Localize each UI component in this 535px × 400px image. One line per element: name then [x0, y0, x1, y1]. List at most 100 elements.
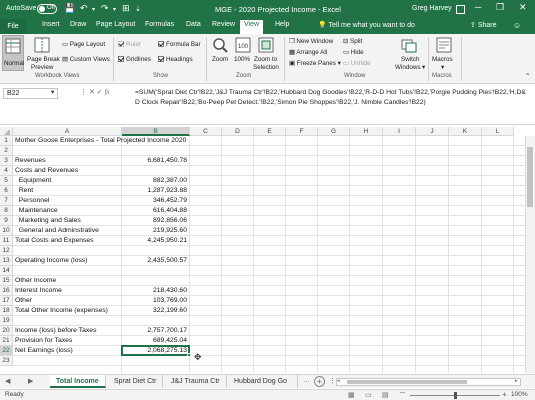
switch-windows-label-1[interactable]: Switch — [401, 56, 420, 63]
hide-button[interactable]: ▭ Hide — [343, 49, 364, 56]
zoom-label[interactable]: Zoom — [212, 56, 228, 63]
row-header[interactable]: 15 — [0, 276, 13, 286]
page-layout-button[interactable]: ▭ Page Layout — [62, 41, 105, 48]
zoom-in-icon[interactable]: + — [502, 390, 507, 399]
page-break-label-2[interactable]: Preview — [31, 64, 53, 71]
row-header[interactable]: 13 — [0, 256, 13, 266]
comments-icon[interactable]: ☺ — [513, 21, 521, 30]
sheet-tab-jj-trauma-ctr[interactable]: J&J Trauma Ctr — [165, 375, 227, 388]
cell-b20[interactable]: 2,757,700.17 — [124, 327, 187, 334]
enter-icon[interactable]: ✓ — [97, 89, 105, 96]
cell-a20[interactable]: Income (loss) before Taxes — [15, 327, 96, 334]
minimize-icon[interactable]: ─ — [475, 2, 481, 12]
column-header-c[interactable]: C — [190, 127, 222, 136]
column-header-f[interactable]: F — [286, 127, 318, 136]
cell-b3[interactable]: 6,681,450.78 — [124, 157, 187, 164]
cell-a4[interactable]: Costs and Revenues — [15, 167, 78, 174]
custom-views-button[interactable]: ▤ Custom Views — [62, 56, 110, 63]
tell-me-search[interactable]: 💡 Tell me what you want to do — [318, 21, 415, 29]
cell-b21[interactable]: 689,425.04 — [124, 337, 187, 344]
headings-checkbox[interactable]: Headings — [158, 56, 193, 63]
zoom-100-icon[interactable]: 100 — [235, 37, 251, 53]
scroll-left-arrow-icon[interactable]: ◂ — [337, 378, 340, 384]
undo-dropdown-icon[interactable]: ▾ — [92, 6, 95, 13]
fill-handle[interactable] — [187, 353, 191, 357]
name-box[interactable]: B22 — [3, 88, 58, 99]
cell-b5[interactable]: 882,387.00 — [124, 177, 187, 184]
switch-windows-icon[interactable] — [401, 37, 417, 53]
row-header[interactable]: 21 — [0, 336, 13, 346]
horizontal-scrollbar[interactable] — [336, 378, 521, 386]
zoom-level[interactable]: 100% — [511, 391, 528, 398]
column-header-h[interactable]: H — [350, 127, 383, 136]
user-name[interactable]: Greg Harvey — [412, 5, 452, 12]
cell-b8[interactable]: 616,404.88 — [124, 207, 187, 214]
cell-a16[interactable]: Interest Income — [15, 287, 62, 294]
row-header[interactable]: 20 — [0, 326, 13, 336]
tab-file[interactable]: File — [0, 19, 26, 34]
tab-view[interactable]: View — [240, 20, 264, 34]
switch-windows-chevron-icon[interactable]: ▾ — [422, 64, 425, 71]
collapse-ribbon-icon[interactable]: ⌃ — [525, 73, 530, 80]
new-window-button[interactable]: ❐ New Window — [289, 38, 333, 45]
column-header-g[interactable]: G — [318, 127, 350, 136]
new-workbook-icon[interactable]: ⊞ — [122, 3, 130, 14]
column-header-i[interactable]: I — [383, 127, 416, 136]
column-header-b[interactable]: B — [122, 127, 190, 136]
tab-page-layout[interactable]: Page Layout — [96, 21, 135, 28]
row-header[interactable]: 1 — [0, 136, 13, 146]
row-header[interactable]: 19 — [0, 316, 13, 326]
scroll-left-icon[interactable]: ◀ — [5, 377, 10, 385]
column-header-j[interactable]: J — [416, 127, 449, 136]
scroll-right-icon[interactable]: ▶ — [28, 377, 33, 385]
macros-label[interactable]: Macros — [432, 56, 453, 63]
row-header[interactable]: 22 — [0, 346, 13, 356]
unhide-button[interactable]: ▭ Unhide — [343, 60, 371, 67]
close-icon[interactable]: ✕ — [519, 2, 527, 13]
normal-view-button[interactable]: Normal — [2, 35, 24, 71]
sheet-tab-hubbard-dog[interactable]: Hubbard Dog Go ... — [228, 375, 298, 388]
undo-icon[interactable]: ↶ — [80, 3, 88, 14]
row-header[interactable]: 14 — [0, 266, 13, 276]
save-icon[interactable]: 💾 — [64, 3, 75, 14]
name-box-chevron-icon[interactable]: ▾ — [51, 89, 54, 96]
formula-input[interactable]: =SUM('Sprat Diet Ctr'!B22,'J&J Trauma Ct… — [135, 88, 530, 108]
add-sheet-icon[interactable]: + — [314, 376, 325, 387]
column-header-e[interactable]: E — [254, 127, 286, 136]
cell-a10[interactable]: General and Adminstrative — [15, 227, 99, 234]
cell-a8[interactable]: Maintenance — [15, 207, 58, 214]
row-header[interactable]: 7 — [0, 196, 13, 206]
tab-split-handle-icon[interactable]: ⋮ — [329, 377, 336, 385]
more-sheets-icon[interactable]: … — [303, 377, 310, 384]
tab-formulas[interactable]: Formulas — [145, 21, 174, 28]
cell-a3[interactable]: Revenues — [15, 157, 46, 164]
restore-icon[interactable]: ❐ — [496, 2, 504, 13]
cell-b13[interactable]: 2,435,500.57 — [124, 257, 187, 264]
insert-function-icon[interactable]: fx — [105, 88, 110, 96]
row-header[interactable]: 23 — [0, 356, 13, 366]
cell-b9[interactable]: 892,856.06 — [124, 217, 187, 224]
row-header[interactable]: 5 — [0, 176, 13, 186]
cell-a9[interactable]: Marketing and Sales — [15, 217, 81, 224]
tab-help[interactable]: Help — [275, 21, 289, 28]
row-header[interactable]: 3 — [0, 156, 13, 166]
normal-view-status-icon[interactable]: ▦ — [348, 391, 355, 399]
redo-icon[interactable]: ↷ — [101, 3, 109, 14]
cell-a21[interactable]: Provision for Taxes — [15, 337, 72, 344]
freeze-panes-button[interactable]: ▣ Freeze Panes ▾ — [289, 60, 341, 67]
macros-chevron-icon[interactable]: ▾ — [441, 64, 444, 71]
cell-b11[interactable]: 4,245,950.21 — [124, 237, 187, 244]
page-break-preview-icon[interactable] — [34, 37, 50, 53]
row-header[interactable]: 9 — [0, 216, 13, 226]
cancel-icon[interactable]: ✕ — [89, 89, 97, 96]
cell-b16[interactable]: 218,430.60 — [124, 287, 187, 294]
vertical-scroll-thumb[interactable] — [527, 147, 533, 207]
row-header[interactable]: 18 — [0, 306, 13, 316]
switch-windows-label-2[interactable]: Windows — [395, 64, 421, 71]
row-header[interactable]: 2 — [0, 146, 13, 156]
arrange-all-button[interactable]: ▦ Arrange All — [289, 49, 327, 56]
page-break-status-icon[interactable]: ▤ — [382, 391, 389, 399]
autosave-toggle[interactable]: Off — [37, 4, 57, 14]
sheet-tab-sprat-diet-ctr[interactable]: Sprat Diet Ctr — [108, 375, 164, 388]
zoom-out-icon[interactable]: ─ — [400, 390, 405, 397]
